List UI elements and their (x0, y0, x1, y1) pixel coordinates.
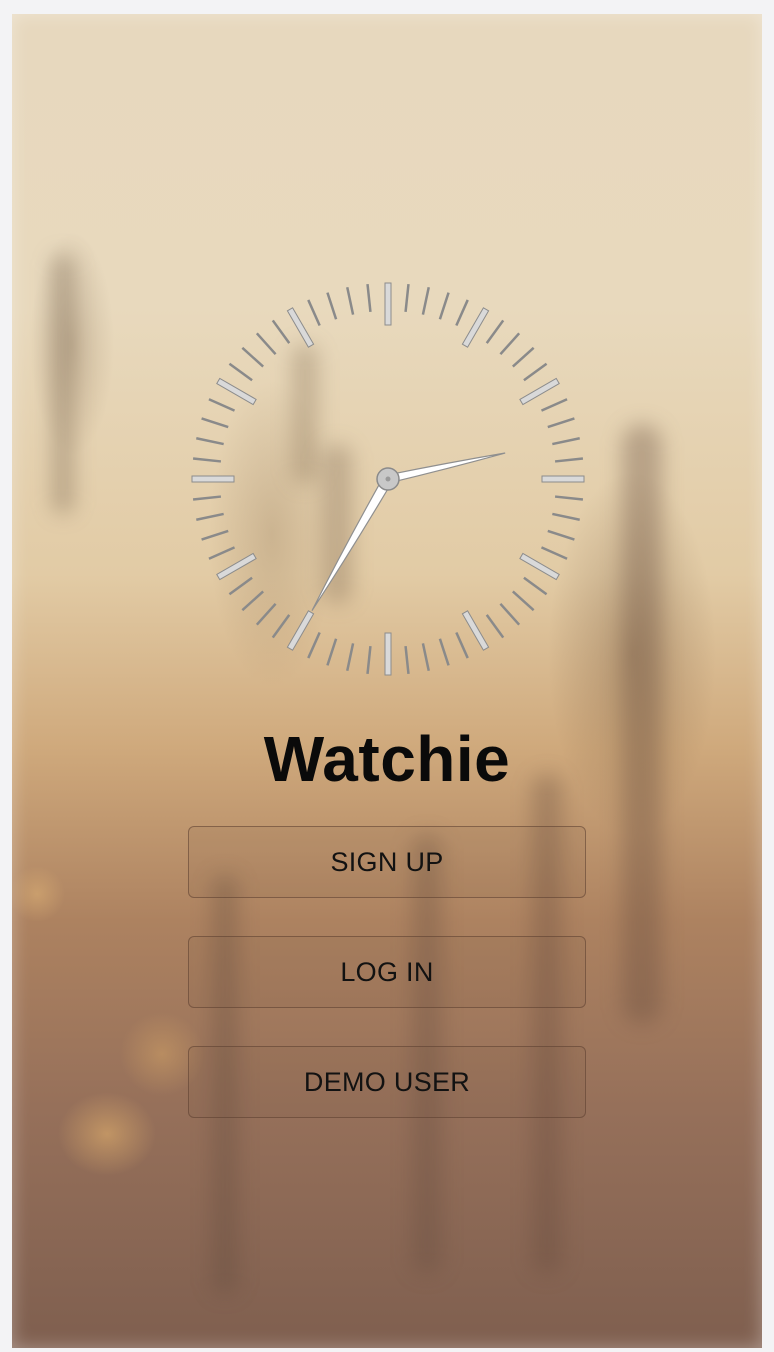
minute-tick (241, 590, 264, 612)
minute-tick (512, 590, 535, 612)
minute-tick (228, 576, 253, 596)
hour-tick (384, 632, 392, 676)
minute-tick (554, 495, 584, 501)
minute-tick (421, 643, 430, 671)
minute-tick (255, 332, 277, 355)
minute-tick (455, 631, 469, 659)
minute-tick (196, 437, 224, 446)
clock-face (191, 282, 585, 676)
demo-user-button[interactable]: DEMO USER (188, 1046, 586, 1118)
minute-tick (499, 332, 521, 355)
minute-tick (228, 362, 253, 382)
hour-tick (519, 377, 560, 406)
hour-tick (384, 282, 392, 326)
minute-tick (547, 529, 575, 541)
minute-tick (485, 319, 505, 344)
hour-tick (541, 475, 585, 483)
hour-tick (216, 377, 257, 406)
minute-tick (485, 614, 505, 639)
minute-tick (512, 346, 535, 368)
minute-hand (311, 475, 394, 611)
minute-tick (404, 283, 410, 313)
minute-tick (499, 603, 521, 626)
minute-tick (438, 292, 450, 320)
minute-tick (552, 437, 580, 446)
minute-tick (540, 546, 568, 560)
minute-tick (192, 495, 222, 501)
minute-tick (366, 645, 372, 675)
hour-tick (286, 307, 315, 348)
minute-tick (346, 643, 355, 671)
app-screen: Watchie SIGN UP LOG IN DEMO USER (12, 14, 762, 1348)
minute-tick (547, 417, 575, 429)
minute-tick (271, 614, 291, 639)
hour-tick (461, 307, 490, 348)
minute-tick (540, 398, 568, 412)
minute-tick (455, 299, 469, 327)
minute-tick (326, 638, 338, 666)
log-in-button[interactable]: LOG IN (188, 936, 586, 1008)
minute-tick (196, 512, 224, 521)
minute-tick (421, 287, 430, 315)
minute-tick (523, 362, 548, 382)
minute-tick (201, 529, 229, 541)
hour-tick (216, 552, 257, 581)
hour-tick (519, 552, 560, 581)
hour-tick (286, 610, 315, 651)
minute-tick (307, 631, 321, 659)
minute-tick (552, 512, 580, 521)
hour-hand (386, 452, 506, 484)
minute-tick (271, 319, 291, 344)
hour-tick (191, 475, 235, 483)
minute-tick (208, 398, 236, 412)
minute-tick (554, 457, 584, 463)
minute-tick (241, 346, 264, 368)
hour-tick (461, 610, 490, 651)
clock-center-dot (385, 476, 391, 482)
minute-tick (346, 287, 355, 315)
minute-tick (523, 576, 548, 596)
sign-up-button[interactable]: SIGN UP (188, 826, 586, 898)
minute-tick (255, 603, 277, 626)
minute-tick (438, 638, 450, 666)
minute-tick (307, 299, 321, 327)
minute-tick (192, 457, 222, 463)
minute-tick (201, 417, 229, 429)
minute-tick (366, 283, 372, 313)
minute-tick (208, 546, 236, 560)
minute-tick (404, 645, 410, 675)
app-title: Watchie (263, 723, 511, 795)
minute-tick (326, 292, 338, 320)
